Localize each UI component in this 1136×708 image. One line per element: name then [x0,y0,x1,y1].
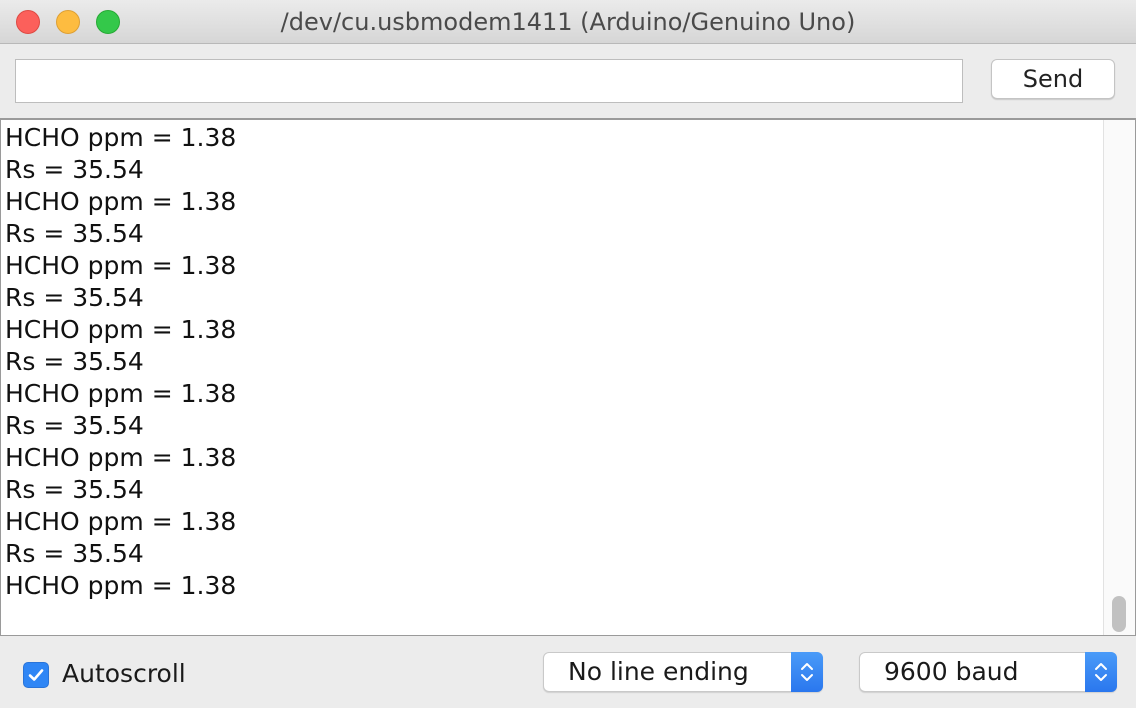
line-ending-value: No line ending [568,657,749,686]
serial-input[interactable] [15,59,963,103]
output-line: Rs = 35.54 [5,219,144,248]
output-line: Rs = 35.54 [5,283,144,312]
output-line: HCHO ppm = 1.38 [5,571,237,600]
line-ending-stepper[interactable] [791,652,823,692]
output-line: HCHO ppm = 1.38 [5,251,237,280]
send-button[interactable]: Send [991,59,1115,99]
output-line: Rs = 35.54 [5,155,144,184]
serial-output-panel[interactable]: HCHO ppm = 1.38 Rs = 35.54 HCHO ppm = 1.38… [0,118,1136,636]
output-line: HCHO ppm = 1.38 [5,187,237,216]
output-line: HCHO ppm = 1.38 [5,123,237,152]
output-line: HCHO ppm = 1.38 [5,443,237,472]
autoscroll-label[interactable]: Autoscroll [62,658,186,690]
up-down-chevron-icon [801,663,813,681]
window-title: /dev/cu.usbmodem1411 (Arduino/Genuino Un… [280,8,856,36]
vertical-scrollbar[interactable] [1103,120,1135,635]
send-row: Send [0,44,1136,118]
title-bar[interactable]: /dev/cu.usbmodem1411 (Arduino/Genuino Un… [0,0,1136,44]
line-ending-select[interactable]: No line ending [543,652,823,692]
footer-bar: Autoscroll No line ending 9600 baud [0,636,1136,708]
serial-monitor-window: /dev/cu.usbmodem1411 (Arduino/Genuino Un… [0,0,1136,708]
output-line: Rs = 35.54 [5,475,144,504]
baud-rate-select[interactable]: 9600 baud [859,652,1117,692]
baud-rate-value: 9600 baud [884,657,1019,686]
scrollbar-thumb[interactable] [1112,596,1126,632]
up-down-chevron-icon [1095,663,1107,681]
autoscroll-checkbox[interactable] [23,662,49,688]
output-line: HCHO ppm = 1.38 [5,315,237,344]
output-line: HCHO ppm = 1.38 [5,379,237,408]
output-line: Rs = 35.54 [5,347,144,376]
checkmark-icon [28,669,44,681]
baud-rate-stepper[interactable] [1085,652,1117,692]
serial-output-text: HCHO ppm = 1.38 Rs = 35.54 HCHO ppm = 1.38… [5,122,1099,602]
output-line: Rs = 35.54 [5,411,144,440]
output-line: HCHO ppm = 1.38 [5,507,237,536]
output-line: Rs = 35.54 [5,539,144,568]
